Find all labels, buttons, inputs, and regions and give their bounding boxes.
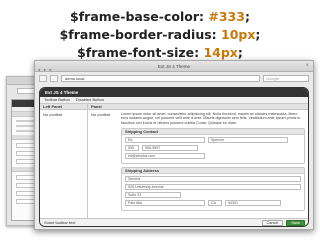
code-line-base-color: $frame-base-color: #333; [0, 10, 320, 24]
toolbar-button[interactable]: Toolbar Button [44, 97, 70, 103]
save-button[interactable]: Save [286, 219, 305, 226]
shipping-address-fieldset: Shipping Address Sencha 525 University A… [121, 167, 305, 212]
window-title: Ext JS 4 Theme [158, 64, 190, 69]
lorem-text: Lorem ipsum dolor sit amet, consectetur … [121, 112, 301, 125]
code-value: 14px [203, 45, 238, 60]
code-line-border-radius: $frame-border-radius: 10px; [0, 28, 320, 42]
code-variable: $frame-border-radius: [59, 27, 217, 42]
toolbar-disabled-button: Disabled Button [75, 97, 105, 102]
status-toolbar: Some toolbar text Cancel Save [40, 218, 308, 226]
panel-container: Left Panel No content Panel No content L… [40, 104, 308, 220]
status-text: Some toolbar text [44, 220, 76, 225]
search-input[interactable]: Google [263, 74, 309, 82]
browser-window: ● ● ● Ext JS 4 Theme × demo.local Google… [34, 60, 314, 230]
city-field[interactable]: Palo Alto [125, 200, 205, 207]
code-terminator: ; [237, 45, 243, 60]
address-bar[interactable]: demo.local [61, 74, 260, 82]
last-name-field[interactable]: Spencer [208, 137, 288, 144]
code-value: #333 [208, 9, 245, 24]
left-panel-text: No content [43, 112, 63, 117]
code-value: 10px [221, 27, 256, 42]
app-toolbar: Toolbar Button Disabled Button [40, 97, 308, 104]
code-variable: $frame-base-color: [70, 9, 204, 24]
code-variable: $frame-font-size: [77, 45, 200, 60]
code-line-font-size: $frame-font-size: 14px; [0, 46, 320, 60]
email-field[interactable]: ed@sencha.com [125, 153, 205, 160]
shipping-contact-fieldset: Shipping Contact Ed Spencer 555 555-9597 [121, 128, 305, 165]
lorem-label: No content [91, 112, 111, 117]
browser-toolbar: demo.local Google [35, 72, 313, 84]
street-field[interactable]: 525 University Avenue [125, 184, 301, 191]
lorem-row: No content Lorem ipsum dolor sit amet, c… [91, 112, 305, 125]
ext-app-frame: Ext JS 4 Theme Toolbar Button Disabled B… [39, 87, 309, 227]
state-field[interactable]: CA [208, 200, 222, 207]
left-panel: Left Panel No content [40, 104, 88, 220]
zip-field[interactable]: 94301 [225, 200, 281, 207]
form-row: Shipping Contact Ed Spencer 555 555-9597 [91, 125, 305, 212]
right-panel: Panel No content Lorem ipsum dolor sit a… [88, 104, 308, 220]
window-controls-icon[interactable]: ● ● ● [38, 64, 52, 75]
window-titlebar: ● ● ● Ext JS 4 Theme × [35, 61, 313, 72]
suite-field[interactable]: Suite 23 [125, 192, 181, 199]
code-terminator: ; [244, 9, 250, 24]
company-field[interactable]: Sencha [125, 176, 301, 183]
right-panel-body: No content Lorem ipsum dolor sit amet, c… [88, 110, 308, 213]
phone-area-field[interactable]: 555 [125, 145, 139, 152]
code-terminator: ; [255, 27, 261, 42]
phone-number-field[interactable]: 555-9597 [142, 145, 198, 152]
window-close-icon[interactable]: × [305, 61, 309, 72]
cancel-button[interactable]: Cancel [261, 219, 284, 226]
back-button[interactable] [39, 74, 47, 82]
forward-button[interactable] [50, 74, 58, 82]
app-title: Ext JS 4 Theme [40, 88, 308, 97]
first-name-field[interactable]: Ed [125, 137, 205, 144]
